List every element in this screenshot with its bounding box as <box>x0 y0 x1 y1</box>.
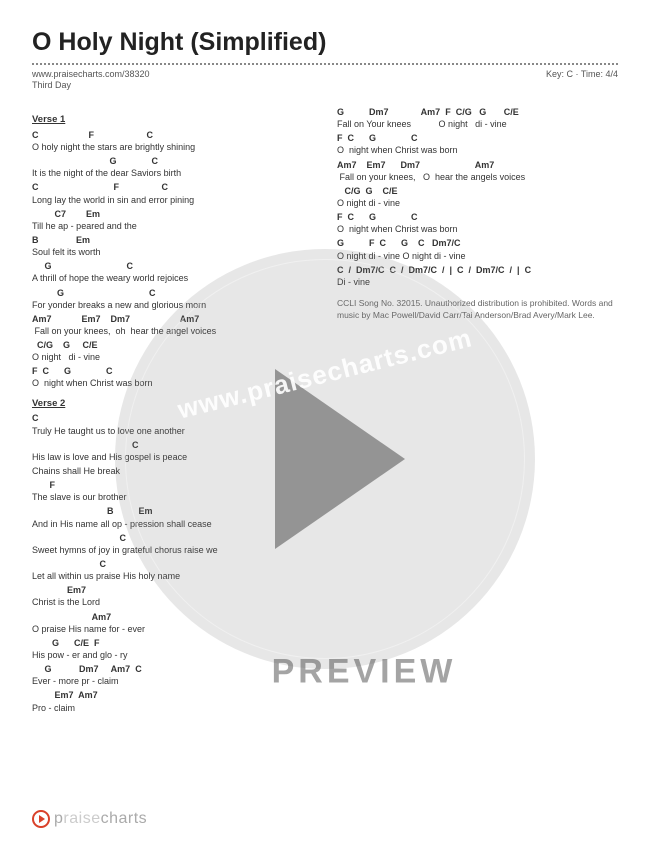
lyric-line: Pro - claim <box>32 702 313 714</box>
chord-line: G C <box>32 260 313 272</box>
footer-logo: praisecharts <box>32 810 147 828</box>
chord-line: B Em <box>32 234 313 246</box>
lyric-line: Fall on Your knees O night di - vine <box>337 118 618 130</box>
meta-row: www.praisecharts.com/38320 Key: C · Time… <box>32 69 618 79</box>
right-column: G Dm7 Am7 F C/G G C/E Fall on Your knees… <box>337 106 618 716</box>
lyric-line: Let all within us praise His holy name <box>32 570 313 582</box>
lyric-line: O night di - vine O night di - vine <box>337 250 618 262</box>
left-column: Verse 1 C F C O holy night the stars are… <box>32 106 313 716</box>
lyric-line: The slave is our brother <box>32 491 313 503</box>
footer-brand: praisecharts <box>54 810 147 828</box>
key-time: Key: C · Time: 4/4 <box>546 69 618 79</box>
chord-line: F C G C <box>32 365 313 377</box>
chord-line: Em7 <box>32 584 313 596</box>
source-url: www.praisecharts.com/38320 <box>32 69 150 79</box>
chord-line: F <box>32 479 313 491</box>
chord-line: C <box>32 532 313 544</box>
chord-line: B Em <box>32 505 313 517</box>
divider <box>32 63 618 65</box>
lyric-line: Chains shall He break <box>32 465 313 477</box>
chord-line: G Dm7 Am7 F C/G G C/E <box>337 106 618 118</box>
ccli-notice: CCLI Song No. 32015. Unauthorized distri… <box>337 298 618 322</box>
lyric-line: Fall on your knees, oh hear the angel vo… <box>32 325 313 337</box>
chord-line: C/G G C/E <box>337 185 618 197</box>
lyric-line: O night when Christ was born <box>337 223 618 235</box>
lyric-line: Truly He taught us to love one another <box>32 425 313 437</box>
lyric-line: O night di - vine <box>337 197 618 209</box>
chord-line: C F C <box>32 129 313 141</box>
verse2-label: Verse 2 <box>32 398 313 411</box>
chord-line: C / Dm7/C C / Dm7/C / | C / Dm7/C / | C <box>337 264 618 276</box>
chord-line: G C <box>32 287 313 299</box>
lyric-line: His pow - er and glo - ry <box>32 649 313 661</box>
lyric-line: O night when Christ was born <box>337 144 618 156</box>
lyric-line: Soul felt its worth <box>32 246 313 258</box>
lyric-line: A thrill of hope the weary world rejoice… <box>32 272 313 284</box>
artist-name: Third Day <box>32 80 618 90</box>
chord-line: C <box>32 412 313 424</box>
chord-line: Am7 Em7 Dm7 Am7 <box>337 159 618 171</box>
chord-line: C <box>32 439 313 451</box>
chord-line: C <box>32 558 313 570</box>
lyric-line: And in His name all op - pression shall … <box>32 518 313 530</box>
lyric-line: Till he ap - peared and the <box>32 220 313 232</box>
content-columns: Verse 1 C F C O holy night the stars are… <box>32 106 618 716</box>
chord-line: F C G C <box>337 132 618 144</box>
chord-line: Em7 Am7 <box>32 689 313 701</box>
chord-line: Am7 Em7 Dm7 Am7 <box>32 313 313 325</box>
chord-line: G F C G C Dm7/C <box>337 237 618 249</box>
page-title: O Holy Night (Simplified) <box>32 28 618 57</box>
lyric-line: Ever - more pr - claim <box>32 675 313 687</box>
chord-line: G Dm7 Am7 C <box>32 663 313 675</box>
chord-line: Am7 <box>32 611 313 623</box>
verse1-label: Verse 1 <box>32 114 313 127</box>
lyric-line: Christ is the Lord <box>32 596 313 608</box>
lyric-line: O night di - vine <box>32 351 313 363</box>
lyric-line: For yonder breaks a new and glorious mor… <box>32 299 313 311</box>
lyric-line: O night when Christ was born <box>32 377 313 389</box>
lyric-line: Fall on your knees, O hear the angels vo… <box>337 171 618 183</box>
lyric-line: Sweet hymns of joy in grateful chorus ra… <box>32 544 313 556</box>
lyric-line: O holy night the stars are brightly shin… <box>32 141 313 153</box>
chord-line: C7 Em <box>32 208 313 220</box>
chord-line: G C/E F <box>32 637 313 649</box>
lyric-line: Long lay the world in sin and error pini… <box>32 194 313 206</box>
chord-line: C/G G C/E <box>32 339 313 351</box>
chord-line: G C <box>32 155 313 167</box>
lyric-line: Di - vine <box>337 276 618 288</box>
chord-line: F C G C <box>337 211 618 223</box>
lyric-line: It is the night of the dear Saviors birt… <box>32 167 313 179</box>
logo-play-icon <box>32 810 50 828</box>
lyric-line: His law is love and His gospel is peace <box>32 451 313 463</box>
lyric-line: O praise His name for - ever <box>32 623 313 635</box>
chord-line: C F C <box>32 181 313 193</box>
